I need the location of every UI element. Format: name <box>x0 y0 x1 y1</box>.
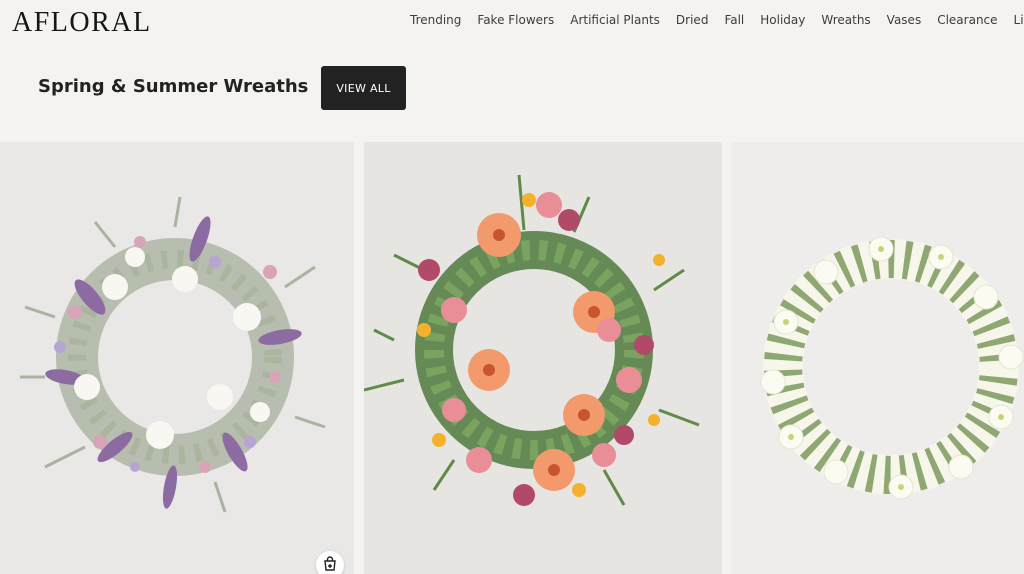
nav-item-fall[interactable]: Fall <box>724 13 744 27</box>
view-all-button[interactable]: VIEW ALL <box>321 66 406 110</box>
nav-item-fake-flowers[interactable]: Fake Flowers <box>477 13 554 27</box>
section-title: Spring & Summer Wreaths <box>38 76 309 97</box>
shopping-bag-plus-icon <box>322 555 338 574</box>
nav-item-wreaths[interactable]: Wreaths <box>821 13 870 27</box>
gerbera-wreath-image <box>364 174 700 506</box>
site-header: AFLORAL Trending Fake Flowers Artificial… <box>0 0 1024 44</box>
nav-item-artificial-plants[interactable]: Artificial Plants <box>570 13 660 27</box>
white-blossom-wreath-image <box>760 236 1024 500</box>
brand-logo[interactable]: AFLORAL <box>12 7 152 39</box>
product-card-1[interactable] <box>0 142 354 574</box>
product-card-2[interactable] <box>364 142 722 574</box>
nav-item-vases[interactable]: Vases <box>887 13 922 27</box>
nav-item-live-plants[interactable]: Live Pla <box>1014 13 1024 27</box>
main-nav: Trending Fake Flowers Artificial Plants … <box>410 13 1024 27</box>
nav-item-trending[interactable]: Trending <box>410 13 461 27</box>
lavender-wreath-image <box>20 196 326 513</box>
nav-item-clearance[interactable]: Clearance <box>937 13 997 27</box>
nav-item-dried[interactable]: Dried <box>676 13 709 27</box>
nav-item-holiday[interactable]: Holiday <box>760 13 805 27</box>
quick-add-button[interactable] <box>316 551 344 574</box>
product-card-3[interactable] <box>731 142 1024 574</box>
